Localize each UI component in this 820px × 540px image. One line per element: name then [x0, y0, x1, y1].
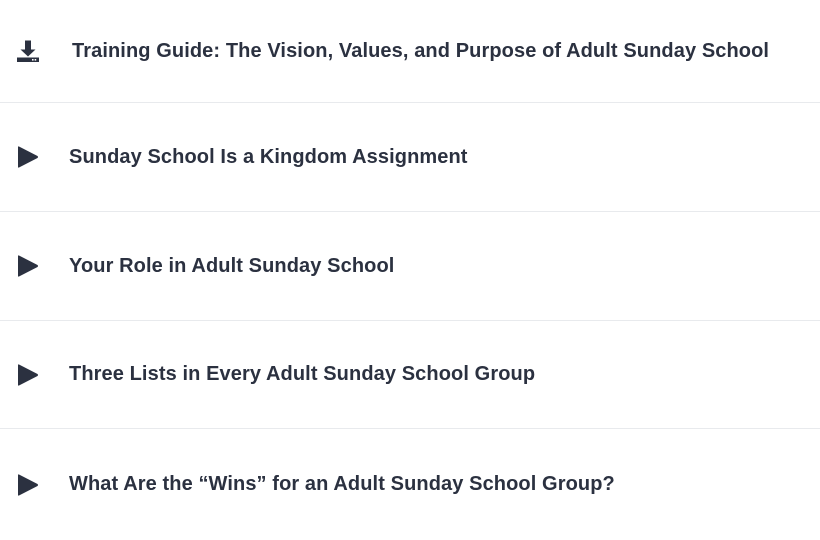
lesson-title[interactable]: Training Guide: The Vision, Values, and …	[72, 40, 769, 63]
lesson-row-kingdom-assignment[interactable]: Sunday School Is a Kingdom Assignment	[0, 103, 820, 212]
play-icon[interactable]	[16, 254, 40, 278]
lesson-row-three-lists[interactable]: Three Lists in Every Adult Sunday School…	[0, 321, 820, 429]
lesson-row-your-role[interactable]: Your Role in Adult Sunday School	[0, 212, 820, 321]
lesson-title[interactable]: Your Role in Adult Sunday School	[69, 255, 394, 278]
lesson-title[interactable]: Sunday School Is a Kingdom Assignment	[69, 146, 468, 169]
play-icon[interactable]	[16, 363, 40, 387]
play-icon[interactable]	[16, 145, 40, 169]
play-icon[interactable]	[16, 473, 40, 497]
lesson-title[interactable]: What Are the “Wins” for an Adult Sunday …	[69, 473, 615, 496]
lesson-list: Training Guide: The Vision, Values, and …	[0, 0, 820, 540]
lesson-row-wins[interactable]: What Are the “Wins” for an Adult Sunday …	[0, 429, 820, 540]
download-icon[interactable]	[16, 39, 40, 63]
lesson-row-training-guide[interactable]: Training Guide: The Vision, Values, and …	[0, 0, 820, 103]
lesson-title[interactable]: Three Lists in Every Adult Sunday School…	[69, 363, 535, 386]
